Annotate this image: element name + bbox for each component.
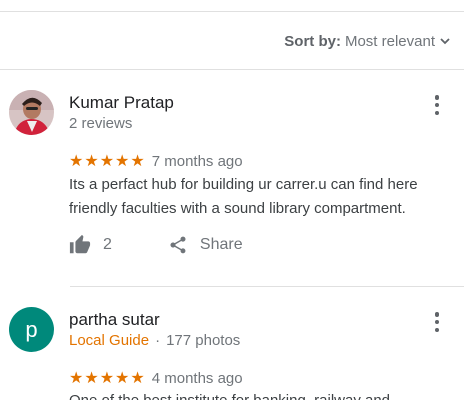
thumbs-up-icon [69,234,91,254]
review-author-meta: Local Guide · 177 photos [69,332,240,349]
rating-line: ★★★★★ 4 months ago [69,368,243,388]
sort-label: Sort by: [284,32,341,50]
review-actions: 2 Share [69,233,243,257]
photo-count: 177 photos [166,332,241,349]
review-divider [70,286,464,287]
more-options-icon[interactable] [432,310,442,334]
star-rating: ★★★★★ [69,153,146,170]
review-author[interactable]: partha sutar [69,310,160,330]
avatar-letter: p [25,316,38,342]
review-date: 4 months ago [151,369,243,387]
star-rating: ★★★★★ [69,370,146,387]
local-guide-badge: Local Guide [69,332,150,349]
sort-dropdown[interactable]: Sort by: Most relevant [284,32,451,50]
review-text: One of the best institute for banking, r… [69,389,449,400]
more-options-icon[interactable] [432,93,442,117]
like-button[interactable]: 2 [69,234,112,256]
review-author-meta: 2 reviews [69,115,133,132]
share-icon [170,236,186,254]
avatar[interactable]: p [9,307,54,352]
sort-value: Most relevant [344,32,435,50]
rating-line: ★★★★★ 7 months ago [69,151,243,171]
review-text: Its a perfact hub for building ur carrer… [69,176,418,217]
review-date: 7 months ago [151,152,243,170]
separator-dot: · [155,332,161,349]
share-button[interactable]: Share [168,235,243,255]
avatar[interactable] [9,90,54,135]
top-divider [0,11,464,12]
review-author[interactable]: Kumar Pratap [69,93,174,113]
like-count: 2 [103,236,112,253]
section-divider [0,69,464,70]
share-label: Share [199,236,243,253]
chevron-down-icon [440,38,450,45]
